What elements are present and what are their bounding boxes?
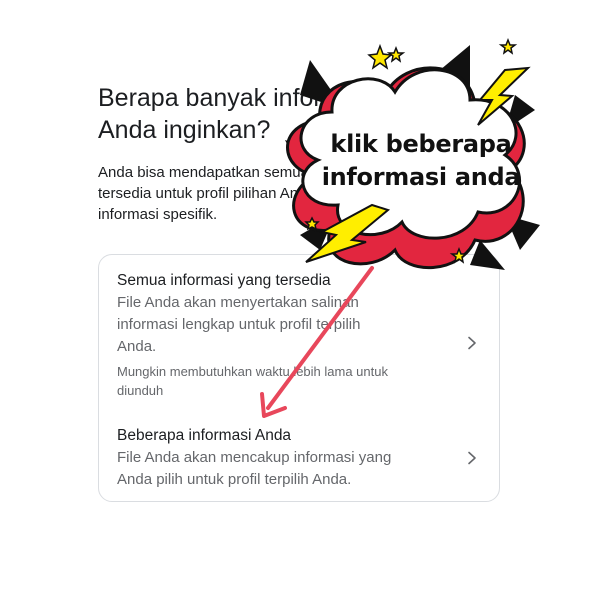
info-amount-options-card: Semua informasi yang tersedia File Anda … [98,254,500,502]
description-line: informasi spesifik. [98,206,218,223]
chevron-right-icon [468,451,476,465]
lightning-bolt [477,66,531,126]
option-description-line: informasi lengkap untuk profil terpilih [117,316,361,333]
option-description-line: File Anda akan menyertakan salinan [117,294,359,311]
callout-line: informasi anda [321,163,521,191]
option-note: Mungkin membutuhkan waktu lebih lama unt… [117,362,485,400]
option-all-information[interactable]: Semua informasi yang tersedia File Anda … [117,270,485,415]
option-description: File Anda akan mencakup informasi yang A… [117,447,485,491]
option-description-line: Anda. [117,338,157,355]
callout-line: klik beberapa [330,130,512,158]
option-title: Beberapa informasi Anda [117,427,292,444]
option-description-line: File Anda akan mencakup informasi yang [117,449,392,466]
option-description-line: Anda pilih untuk profil terpilih Anda. [117,471,352,488]
option-title: Semua informasi yang tersedia [117,272,331,289]
option-note-line: Mungkin membutuhkan waktu lebih lama unt… [117,364,388,379]
chevron-right-icon [468,336,476,350]
option-description: File Anda akan menyertakan salinan infor… [117,292,485,358]
option-note-line: diunduh [117,383,164,398]
page-title-line: Berapa banyak informasi yang [98,84,436,112]
option-some-information[interactable]: Beberapa informasi Anda File Anda akan m… [117,425,485,497]
callout-text: klik beberapa informasi anda [318,128,524,194]
